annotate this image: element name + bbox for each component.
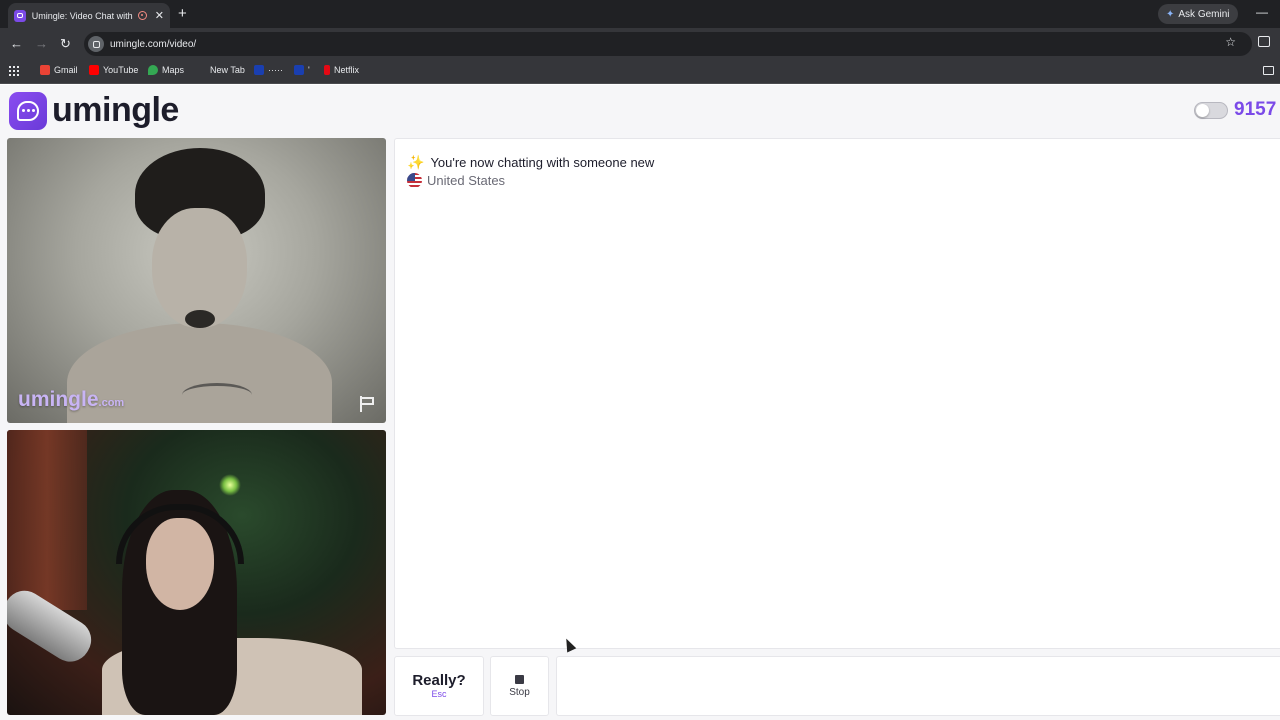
bookmarks-bar: Gmail YouTube Maps New Tab ····· ' Netfl… <box>0 60 1280 84</box>
all-bookmarks-folder-icon[interactable] <box>1263 66 1274 75</box>
ask-gemini-label: Ask Gemini <box>1178 8 1230 20</box>
umingle-favicon-icon <box>14 9 26 22</box>
minimize-window-icon[interactable]: — <box>1256 5 1268 19</box>
stranger-country: United States <box>407 173 505 188</box>
stranger-person-image <box>67 148 332 423</box>
stop-square-icon <box>515 675 524 684</box>
bookmark-label: ' <box>308 65 310 75</box>
mode-toggle[interactable] <box>1194 102 1228 119</box>
site-info-icon[interactable] <box>88 36 104 52</box>
bookmark-m-1[interactable]: ····· <box>254 65 283 75</box>
esc-shortcut-hint: Esc <box>431 689 447 699</box>
browser-toolbar: ← → ↻ umingle.com/video/ ☆ <box>0 28 1280 60</box>
forward-arrow-icon[interactable]: → <box>35 36 48 51</box>
report-flag-icon[interactable] <box>359 396 375 412</box>
chat-status-message: ✨ You're now chatting with someone new <box>407 154 654 171</box>
reload-icon[interactable]: ↻ <box>60 36 71 52</box>
message-input[interactable] <box>556 656 1280 716</box>
online-user-count: 9157 <box>1234 99 1277 120</box>
sparkles-icon: ✨ <box>407 154 425 170</box>
m-site-icon <box>254 65 264 75</box>
tab-title: Umingle: Video Chat with S <box>31 10 134 21</box>
us-flag-icon <box>407 173 422 188</box>
gemini-sparkle-icon: ✦ <box>1166 8 1175 20</box>
bookmark-label: Netflix <box>334 65 360 75</box>
bookmark-star-icon[interactable]: ☆ <box>1225 35 1236 49</box>
recording-icon <box>137 11 147 20</box>
gmail-icon <box>40 65 50 75</box>
bookmark-gmail[interactable]: Gmail <box>40 65 78 75</box>
ask-gemini-button[interactable]: ✦ Ask Gemini <box>1158 4 1238 24</box>
apps-grid-icon[interactable] <box>9 66 19 76</box>
m-site-icon <box>294 65 304 75</box>
bookmark-new-tab[interactable]: New Tab <box>196 65 245 75</box>
back-arrow-icon[interactable]: ← <box>10 36 23 51</box>
blank-page-icon <box>196 65 206 75</box>
chat-bubble-logo-icon <box>9 91 47 130</box>
address-bar[interactable]: umingle.com/video/ <box>84 32 1252 56</box>
logo-wordmark: umingle <box>52 91 179 129</box>
tab-close-icon[interactable]: ✕ <box>155 9 164 22</box>
bookmark-maps[interactable]: Maps <box>148 65 184 75</box>
maps-pin-icon <box>148 65 158 75</box>
bookmark-m-2[interactable]: ' <box>294 65 310 75</box>
watermark-suffix: .com <box>98 397 125 409</box>
bookmark-youtube[interactable]: YouTube <box>89 65 138 75</box>
bookmark-label: YouTube <box>103 65 139 75</box>
bookmark-label: ····· <box>268 65 283 75</box>
side-panel-icon[interactable] <box>1258 36 1270 47</box>
really-label: Really? <box>412 672 466 689</box>
umingle-page: umingle 9157 umingle.com ✨ You're now ch… <box>0 85 1280 720</box>
netflix-icon <box>324 65 330 75</box>
watermark-main: umingle <box>18 388 99 411</box>
url-text: umingle.com/video/ <box>110 38 197 50</box>
stranger-video: umingle.com <box>7 138 386 423</box>
browser-tab-umingle[interactable]: Umingle: Video Chat with S ✕ <box>8 3 170 28</box>
umingle-logo[interactable]: umingle <box>9 91 179 130</box>
bookmark-label: New Tab <box>210 65 245 75</box>
toggle-knob <box>1196 104 1209 117</box>
self-video <box>7 430 386 715</box>
bookmark-netflix[interactable]: Netflix <box>324 65 359 75</box>
stop-button[interactable]: Stop <box>490 656 549 716</box>
umingle-watermark: umingle.com <box>18 388 124 412</box>
skip-really-button[interactable]: Really? Esc <box>394 656 484 716</box>
self-person-image <box>102 490 362 715</box>
chat-log: ✨ You're now chatting with someone new U… <box>394 138 1280 649</box>
country-text: United States <box>427 173 506 188</box>
stop-label: Stop <box>509 687 530 698</box>
youtube-icon <box>89 65 99 75</box>
bookmark-label: Maps <box>162 65 185 75</box>
new-tab-plus-icon[interactable]: + <box>178 5 187 22</box>
bookmark-label: Gmail <box>54 65 78 75</box>
status-text: You're now chatting with someone new <box>430 155 655 170</box>
browser-tab-strip: Umingle: Video Chat with S ✕ + ✦ Ask Gem… <box>0 0 1280 28</box>
